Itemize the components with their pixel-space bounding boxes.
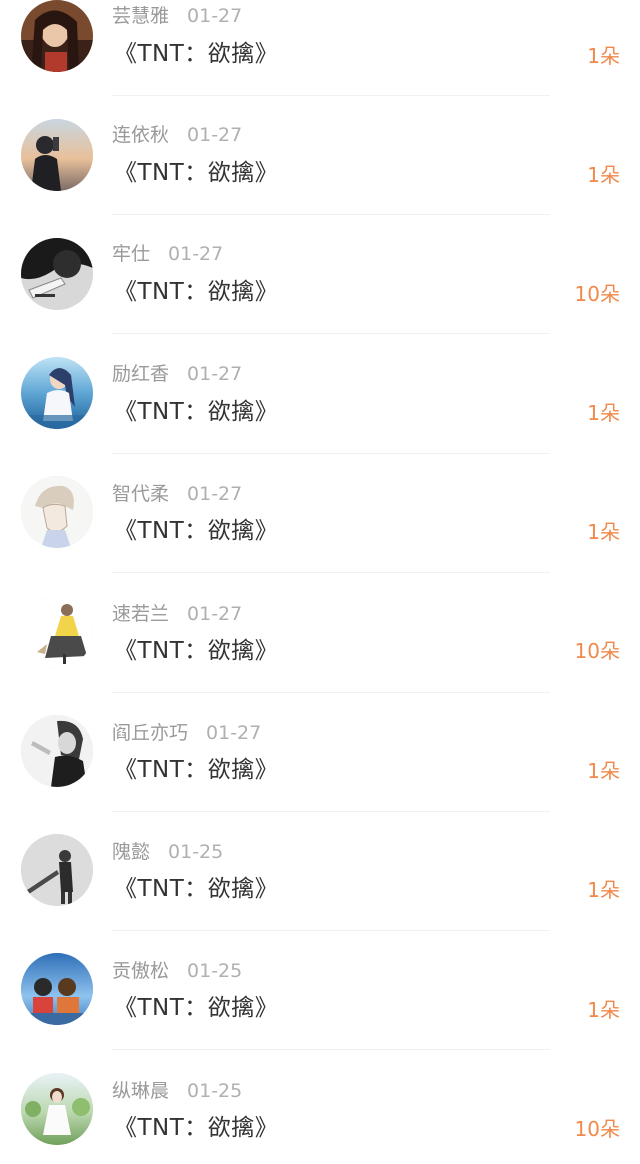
list-item[interactable]: 隗懿 01-25 《TNT：欲擒》 1朵 xyxy=(0,812,640,931)
gift-sender: 励红香 01-27 xyxy=(112,362,242,386)
sender-name[interactable]: 贡傲松 xyxy=(112,960,169,982)
avatar[interactable] xyxy=(21,476,93,548)
avatar[interactable] xyxy=(21,357,93,429)
sender-name[interactable]: 速若兰 xyxy=(112,603,169,625)
book-title[interactable]: 《TNT：欲擒》 xyxy=(114,158,278,188)
gift-sender: 连依秋 01-27 xyxy=(112,123,242,147)
gift-date: 01-27 xyxy=(187,5,243,27)
avatar[interactable] xyxy=(21,0,93,72)
avatar[interactable] xyxy=(21,715,93,787)
book-title[interactable]: 《TNT：欲擒》 xyxy=(114,755,278,785)
sender-name[interactable]: 隗懿 xyxy=(112,841,150,863)
avatar-garden-girl-image xyxy=(21,1073,93,1145)
avatar-dark-hair-image xyxy=(21,0,93,72)
book-title[interactable]: 《TNT：欲擒》 xyxy=(114,874,278,904)
gift-sender: 牢仕 01-27 xyxy=(112,242,223,266)
sender-name[interactable]: 纵琳晨 xyxy=(112,1080,169,1102)
avatar[interactable] xyxy=(21,953,93,1025)
sender-name[interactable]: 阎丘亦巧 xyxy=(112,722,188,744)
book-title[interactable]: 《TNT：欲擒》 xyxy=(114,39,278,69)
sender-name[interactable]: 励红香 xyxy=(112,363,169,385)
gift-sender: 贡傲松 01-25 xyxy=(112,959,242,983)
gift-date: 01-27 xyxy=(187,363,243,385)
sender-name[interactable]: 智代柔 xyxy=(112,483,169,505)
gift-sender: 隗懿 01-25 xyxy=(112,840,223,864)
book-title[interactable]: 《TNT：欲擒》 xyxy=(114,1113,278,1143)
book-title[interactable]: 《TNT：欲擒》 xyxy=(114,636,278,666)
sender-name[interactable]: 连依秋 xyxy=(112,124,169,146)
book-title[interactable]: 《TNT：欲擒》 xyxy=(114,397,278,427)
gift-amount: 10朵 xyxy=(574,1117,620,1141)
avatar-sky-cartoon-image xyxy=(21,953,93,1025)
gift-amount: 1朵 xyxy=(587,520,620,544)
avatar[interactable] xyxy=(21,596,93,668)
divider xyxy=(112,333,550,334)
gift-date: 01-27 xyxy=(187,603,243,625)
gift-amount: 1朵 xyxy=(587,998,620,1022)
gift-amount: 1朵 xyxy=(587,401,620,425)
gift-amount: 10朵 xyxy=(574,639,620,663)
avatar[interactable] xyxy=(21,834,93,906)
book-title[interactable]: 《TNT：欲擒》 xyxy=(114,277,278,307)
book-title[interactable]: 《TNT：欲擒》 xyxy=(114,516,278,546)
gift-amount: 1朵 xyxy=(587,878,620,902)
list-item[interactable]: 纵琳晨 01-25 《TNT：欲擒》 10朵 xyxy=(0,1051,640,1164)
list-item[interactable]: 贡傲松 01-25 《TNT：欲擒》 1朵 xyxy=(0,931,640,1050)
divider xyxy=(112,572,550,573)
gift-amount: 1朵 xyxy=(587,44,620,68)
avatar-grey-figure-image xyxy=(21,834,93,906)
avatar-sketch-boy-image xyxy=(21,476,93,548)
gift-date: 01-27 xyxy=(206,722,262,744)
avatar[interactable] xyxy=(21,238,93,310)
avatar-monochrome-image xyxy=(21,238,93,310)
list-item[interactable]: 牢仕 01-27 《TNT：欲擒》 10朵 xyxy=(0,215,640,334)
gift-date: 01-27 xyxy=(187,124,243,146)
avatar-figure-yellow-image xyxy=(21,596,93,668)
gift-date: 01-25 xyxy=(187,1080,243,1102)
list-item[interactable]: 智代柔 01-27 《TNT：欲擒》 1朵 xyxy=(0,454,640,573)
list-item[interactable]: 速若兰 01-27 《TNT：欲擒》 10朵 xyxy=(0,574,640,693)
gift-amount: 10朵 xyxy=(574,282,620,306)
gift-sender: 智代柔 01-27 xyxy=(112,482,242,506)
sender-name[interactable]: 芸慧雅 xyxy=(112,5,169,27)
divider xyxy=(112,1049,550,1050)
gift-sender: 阎丘亦巧 01-27 xyxy=(112,721,261,745)
gift-date: 01-25 xyxy=(187,960,243,982)
gift-date: 01-27 xyxy=(187,483,243,505)
avatar[interactable] xyxy=(21,1073,93,1145)
gift-list: 芸慧雅 01-27 《TNT：欲擒》 1朵 连依秋 01-27 《TNT：欲擒》 1… xyxy=(0,0,640,1164)
sender-name[interactable]: 牢仕 xyxy=(112,243,150,265)
list-item[interactable]: 芸慧雅 01-27 《TNT：欲擒》 1朵 xyxy=(0,0,640,96)
gift-amount: 1朵 xyxy=(587,759,620,783)
avatar[interactable] xyxy=(21,119,93,191)
avatar-ocean-anime-image xyxy=(21,357,93,429)
list-item[interactable]: 励红香 01-27 《TNT：欲擒》 1朵 xyxy=(0,335,640,454)
book-title[interactable]: 《TNT：欲擒》 xyxy=(114,993,278,1023)
avatar-sunset-photo-image xyxy=(21,119,93,191)
gift-amount: 1朵 xyxy=(587,163,620,187)
gift-sender: 纵琳晨 01-25 xyxy=(112,1079,242,1103)
gift-sender: 速若兰 01-27 xyxy=(112,602,242,626)
list-item[interactable]: 连依秋 01-27 《TNT：欲擒》 1朵 xyxy=(0,96,640,215)
avatar-bw-woman-image xyxy=(21,715,93,787)
gift-date: 01-25 xyxy=(168,841,224,863)
list-item[interactable]: 阎丘亦巧 01-27 《TNT：欲擒》 1朵 xyxy=(0,693,640,812)
gift-sender: 芸慧雅 01-27 xyxy=(112,4,242,28)
gift-date: 01-27 xyxy=(168,243,224,265)
